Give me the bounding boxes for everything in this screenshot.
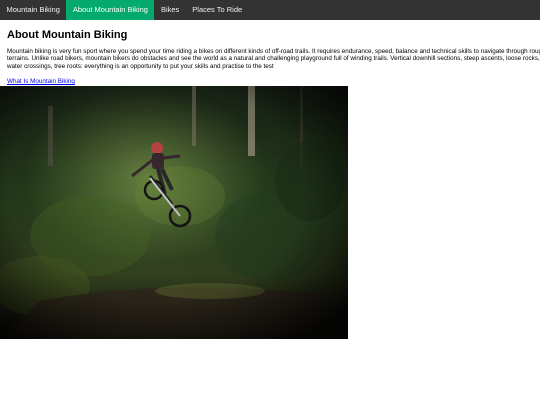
nav-item-mountain-biking[interactable]: Mountain Biking (0, 0, 66, 20)
nav-item-bikes[interactable]: Bikes (154, 0, 185, 20)
mountain-biker-photo (0, 86, 348, 339)
nav-item-about-mountain-biking[interactable]: About Mountain Biking (66, 0, 155, 20)
nav-item-places-to-ride[interactable]: Places To Ride (186, 0, 249, 20)
main-content: About Mountain Biking Mountain biking is… (0, 29, 540, 88)
what-is-mountain-biking-link[interactable]: What Is Mountain Biking (7, 78, 75, 86)
intro-paragraph: Mountain biking is very fun sport where … (7, 47, 540, 70)
page-title: About Mountain Biking (7, 29, 128, 41)
top-nav: Mountain Biking About Mountain Biking Bi… (0, 0, 540, 20)
